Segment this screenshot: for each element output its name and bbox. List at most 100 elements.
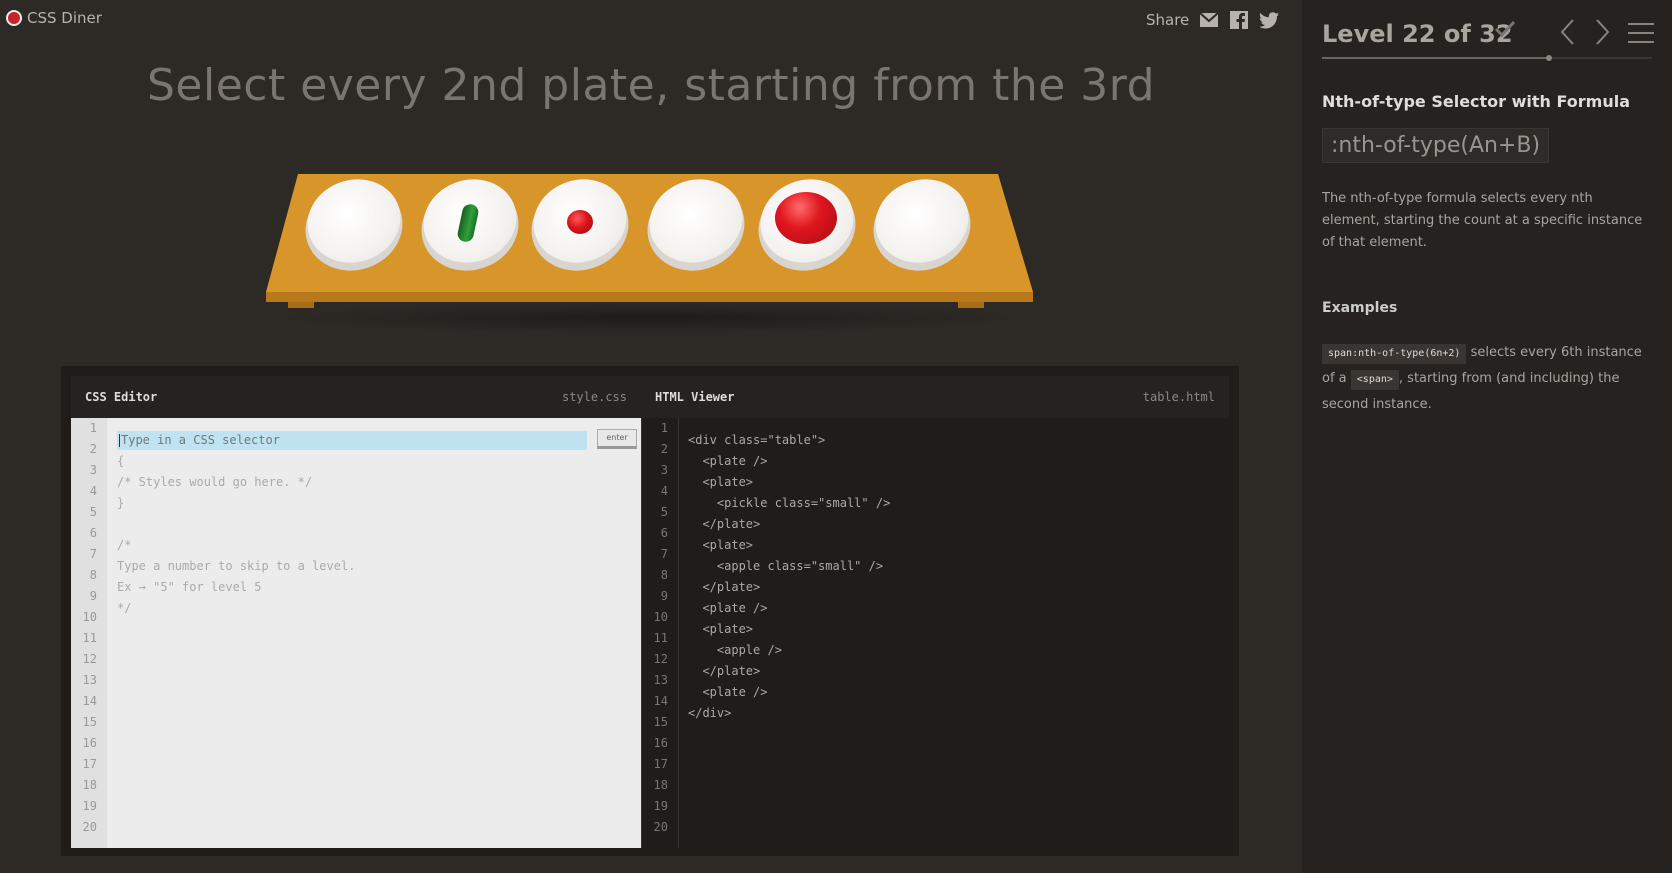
css-editor-pane: CSS Editor style.css 1 2 3 4 5 6 7 8 9 10 11 12 13 14…: [71, 376, 641, 848]
line-number: 11: [82, 631, 97, 645]
line-number: 17: [82, 757, 97, 771]
line-number: 1: [660, 421, 668, 435]
line-number: 13: [82, 673, 97, 687]
code-line: */: [117, 601, 132, 615]
line-number: 3: [89, 463, 97, 477]
line-number: 11: [653, 631, 668, 645]
line-number: 7: [89, 547, 97, 561]
plate[interactable]: [636, 167, 756, 284]
plate[interactable]: [520, 167, 640, 284]
line-number: 13: [653, 673, 668, 687]
level-instruction: Select every 2nd plate, starting from th…: [146, 60, 1156, 111]
code-line: </div>: [688, 706, 732, 720]
line-number: 16: [653, 736, 668, 750]
example: span:nth-of-type(6n+2) selects every 6th…: [1322, 340, 1657, 418]
line-number: 9: [89, 589, 97, 603]
selector-name: Nth-of-type Selector with Formula: [1322, 92, 1631, 111]
line-number: 12: [82, 652, 97, 666]
twitter-icon[interactable]: [1259, 10, 1280, 30]
line-number: 10: [82, 610, 97, 624]
line-number: 5: [660, 505, 668, 519]
code-line: <apple class="small" />: [688, 559, 884, 573]
plate[interactable]: [747, 167, 867, 284]
apple[interactable]: [775, 192, 837, 244]
line-number: 19: [82, 799, 97, 813]
line-number: 15: [653, 715, 668, 729]
css-editor-body: 1 2 3 4 5 6 7 8 9 10 11 12 13 14 15 16 17 18 19 20 {/* Styl…: [71, 418, 641, 848]
line-number: 20: [82, 820, 97, 834]
css-code: {/* Styles would go here. */} /* Type a nu…: [117, 430, 355, 619]
code-line: <pickle class="small" />: [688, 496, 891, 510]
plate[interactable]: [862, 167, 982, 284]
code-line: }: [117, 496, 125, 510]
css-editor-title: CSS Editor: [85, 390, 158, 404]
code-line: </plate>: [688, 517, 761, 531]
code-line: <apple />: [688, 643, 782, 657]
line-number: 6: [660, 526, 668, 540]
line-number: 4: [89, 484, 97, 498]
level-progress-bar[interactable]: [1322, 55, 1652, 61]
menu-icon[interactable]: [1628, 22, 1654, 44]
line-number: 2: [660, 442, 668, 456]
line-number: 15: [82, 715, 97, 729]
code-line: </plate>: [688, 664, 761, 678]
line-number: 9: [660, 589, 668, 603]
level-progress-knob[interactable]: [1545, 55, 1552, 61]
examples-title: Examples: [1322, 300, 1398, 316]
line-number: 14: [82, 694, 97, 708]
code-line: <plate />: [688, 601, 768, 615]
line-number: 8: [89, 568, 97, 582]
example-tag: <span>: [1350, 370, 1399, 390]
css-selector-input[interactable]: Type in a CSS selector: [117, 431, 587, 450]
top-bar: CSS Diner Share: [0, 0, 1302, 40]
editor-window: CSS Editor style.css 1 2 3 4 5 6 7 8 9 10 11 12 13 14…: [61, 366, 1239, 856]
app-name: CSS Diner: [27, 9, 102, 27]
checkmark-icon: [1494, 18, 1516, 46]
line-number: 19: [653, 799, 668, 813]
logo-icon: [6, 10, 22, 26]
code-line: <plate>: [688, 538, 754, 552]
code-line: <plate />: [688, 685, 768, 699]
html-viewer-pane: HTML Viewer table.html 1 2 3 4 5 6 7 8 9 10 11 12 13…: [641, 376, 1230, 848]
next-level-icon[interactable]: [1592, 18, 1612, 46]
code-line: <plate>: [688, 622, 754, 636]
previous-level-icon[interactable]: [1558, 18, 1578, 46]
line-number: 8: [660, 568, 668, 582]
html-viewer-title: HTML Viewer: [655, 390, 735, 404]
code-line: </plate>: [688, 580, 761, 594]
line-number: 14: [653, 694, 668, 708]
code-line: {: [117, 454, 125, 468]
share-bar: Share: [1146, 10, 1280, 30]
line-number: 5: [89, 505, 97, 519]
html-viewer-body: 1 2 3 4 5 6 7 8 9 10 11 12 13 14 15 16 17 18 19 20 <div cla…: [641, 418, 1230, 848]
line-number: 4: [660, 484, 668, 498]
level-sidebar: Level 22 of 32 Nth-of-type Selector with…: [1302, 0, 1672, 873]
facebook-icon[interactable]: [1229, 10, 1249, 30]
plate[interactable]: [294, 167, 414, 284]
css-file-name: style.css: [561, 390, 627, 404]
html-file-name: table.html: [1142, 390, 1215, 404]
line-number: 7: [660, 547, 668, 561]
selector-hint: The nth-of-type formula selects every nt…: [1322, 191, 1643, 250]
html-code: <div class="table"> <plate /> <plate> <p…: [688, 430, 890, 724]
code-line: <plate>: [688, 475, 754, 489]
selector-syntax: :nth-of-type(An+B): [1322, 128, 1550, 163]
code-line: /*: [117, 538, 132, 552]
level-progress-fill: [1322, 57, 1549, 59]
line-number: 18: [82, 778, 97, 792]
css-editor-header: CSS Editor style.css: [71, 376, 641, 418]
apple-small[interactable]: [567, 210, 593, 234]
logo[interactable]: CSS Diner: [6, 9, 102, 27]
share-label: Share: [1146, 11, 1190, 29]
line-number: 1: [89, 421, 97, 435]
code-line: <plate />: [688, 454, 768, 468]
line-number: 16: [82, 736, 97, 750]
line-number: 18: [653, 778, 668, 792]
css-input-placeholder: Type in a CSS selector: [121, 433, 280, 447]
example-code: span:nth-of-type(6n+2): [1322, 344, 1467, 364]
level-title: Level 22 of 32: [1322, 20, 1513, 48]
email-icon[interactable]: [1199, 10, 1219, 30]
plate[interactable]: [410, 167, 530, 284]
enter-button[interactable]: enter: [597, 429, 637, 449]
